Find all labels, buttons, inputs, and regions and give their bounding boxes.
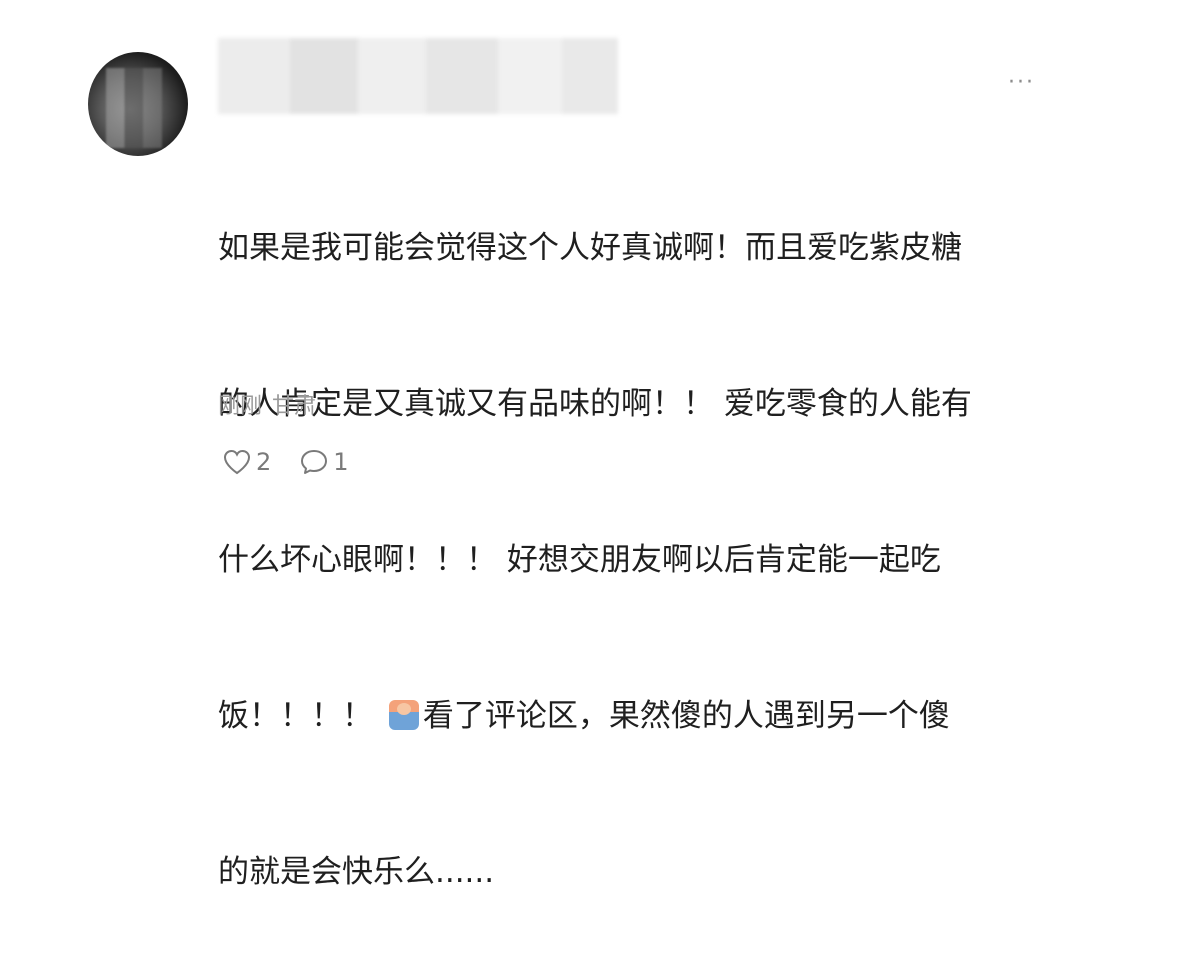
comment-text-line: 如果是我可能会觉得这个人好真诚啊！而且爱吃紫皮糖 <box>218 230 962 266</box>
laughing-face-emoji-icon <box>388 700 419 730</box>
username-blurred[interactable] <box>218 38 618 114</box>
avatar[interactable] <box>88 52 188 156</box>
reply-count: 1 <box>333 448 349 476</box>
comment-text: 如果是我可能会觉得这个人好真诚啊！而且爱吃紫皮糖 的人肯定是又真诚又有品味的啊！… <box>218 118 1058 972</box>
comment-location: 甘肃 <box>272 394 317 419</box>
reply-button[interactable]: 1 <box>299 448 349 476</box>
comment-text-line: 的人肯定是又真诚又有品味的啊！！ 爱吃零食的人能有 <box>218 386 972 422</box>
comment-text-line: 什么坏心眼啊！！！ 好想交朋友啊以后肯定能一起吃 <box>218 542 941 578</box>
comment-time: 刚刚 <box>218 394 263 419</box>
like-count: 2 <box>256 448 272 476</box>
comment-text-line-with-emoji: 饭！！！！ 看了评论区，果然傻的人遇到另一个傻 <box>218 690 1058 742</box>
speech-bubble-icon <box>301 450 328 474</box>
comment-actions: 2 1 <box>222 446 349 478</box>
avatar-mosaic <box>106 68 162 148</box>
more-options-icon[interactable]: ··· <box>1008 70 1035 95</box>
comment-meta: 刚刚 甘肃 <box>218 388 316 420</box>
comment-item: ··· 如果是我可能会觉得这个人好真诚啊！而且爱吃紫皮糖 的人肯定是又真诚又有品… <box>0 0 1200 890</box>
like-button[interactable]: 2 <box>222 448 271 476</box>
comment-text-segment: 看了评论区，果然傻的人遇到另一个傻 <box>422 698 950 734</box>
comment-text-line: 的就是会快乐么...... <box>218 854 495 890</box>
heart-outline-icon <box>223 449 251 475</box>
comment-text-segment: 饭！！！！ <box>218 698 373 734</box>
